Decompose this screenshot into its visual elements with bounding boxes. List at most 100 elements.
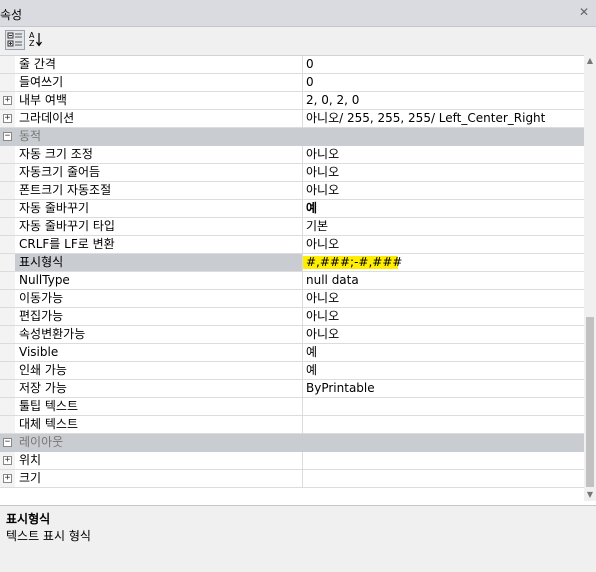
row-margin: + [0,110,15,127]
category-row[interactable]: − 동적 [0,128,584,146]
expand-icon[interactable]: + [3,456,12,465]
property-value[interactable]: 기본 [303,218,584,235]
scroll-up-arrow-icon[interactable]: ▲ [584,55,596,67]
property-name: 표시형식 [15,254,303,271]
property-row[interactable]: + 내부 여백 2, 0, 2, 0 [0,92,584,110]
property-name: 자동 줄바꾸기 타입 [15,218,303,235]
property-row[interactable]: 자동크기 줄어듬 아니오 [0,164,584,182]
collapse-icon[interactable]: − [3,438,12,447]
property-row[interactable]: 자동 줄바꾸기 예 [0,200,584,218]
description-panel: 표시형식 텍스트 표시 형식 [0,505,596,572]
property-value[interactable] [303,470,584,487]
row-margin [0,74,15,91]
property-row[interactable]: 줄 간격 0 [0,56,584,74]
property-value[interactable]: #,###;-#,### [303,254,584,271]
property-name: 그라데이션 [15,110,303,127]
property-row[interactable]: CRLF를 LF로 변환 아니오 [0,236,584,254]
property-row[interactable]: 저장 가능 ByPrintable [0,380,584,398]
property-row[interactable]: 들여쓰기 0 [0,74,584,92]
property-name: 폰트크기 자동조절 [15,182,303,199]
property-value[interactable]: 아니오 [303,308,584,325]
row-margin: + [0,92,15,109]
property-row[interactable]: + 크기 [0,470,584,488]
property-value[interactable]: 예 [303,200,584,217]
property-row[interactable]: 대체 텍스트 [0,416,584,434]
property-name: 편집가능 [15,308,303,325]
row-margin [0,380,15,397]
property-value[interactable]: 아니오 [303,146,584,163]
property-value[interactable]: 예 [303,362,584,379]
property-name: NullType [15,272,303,289]
expand-icon[interactable]: + [3,114,12,123]
row-margin [0,200,15,217]
category-label: 동적 [19,129,42,143]
property-value[interactable]: 0 [303,74,584,91]
row-margin: − [0,434,15,451]
property-value[interactable]: ByPrintable [303,380,584,397]
property-row[interactable]: 툴팁 텍스트 [0,398,584,416]
close-button[interactable]: ✕ [576,4,592,20]
categorized-icon [7,32,22,47]
scroll-down-arrow-icon[interactable]: ▼ [584,489,596,501]
property-name: 줄 간격 [15,56,303,73]
property-row[interactable]: 표시형식 #,###;-#,### [0,254,584,272]
sort-alpha-icon: A Z [29,31,42,48]
property-row[interactable]: 속성변환가능 아니오 [0,326,584,344]
row-margin [0,56,15,73]
property-row[interactable]: + 그라데이션 아니오/ 255, 255, 255/ Left_Center_Ri… [0,110,584,128]
scroll-thumb[interactable] [586,317,594,487]
property-row[interactable]: 편집가능 아니오 [0,308,584,326]
row-margin [0,416,15,433]
property-grid: 줄 간격 0 들여쓰기 0 + 내부 여백 2, 0, 2, 0 + 그라데이션 아니오/ 255… [0,55,596,502]
property-name: 인쇄 가능 [15,362,303,379]
expand-icon[interactable]: + [3,96,12,105]
property-value[interactable]: 아니오 [303,182,584,199]
property-value[interactable]: null data [303,272,584,289]
property-value-highlight[interactable]: #,###;-#,### [303,256,402,269]
property-name: 저장 가능 [15,380,303,397]
property-name: 크기 [15,470,303,487]
property-value[interactable]: 2, 0, 2, 0 [303,92,584,109]
property-name: 대체 텍스트 [15,416,303,433]
alphabetical-view-button[interactable]: A Z [27,30,47,50]
property-name: Visible [15,344,303,361]
property-row[interactable]: 자동 크기 조정 아니오 [0,146,584,164]
property-row[interactable]: NullType null data [0,272,584,290]
property-value[interactable] [303,452,584,469]
property-name: 위치 [15,452,303,469]
property-value[interactable]: 아니오 [303,290,584,307]
row-margin [0,398,15,415]
row-margin [0,308,15,325]
property-row[interactable]: 자동 줄바꾸기 타입 기본 [0,218,584,236]
row-margin [0,362,15,379]
property-name: 자동 줄바꾸기 [15,200,303,217]
row-margin [0,164,15,181]
vertical-scrollbar[interactable]: ▲ ▼ [584,55,596,501]
row-margin [0,218,15,235]
property-row[interactable]: 인쇄 가능 예 [0,362,584,380]
category-row[interactable]: − 레이아웃 [0,434,584,452]
property-value[interactable]: 아니오 [303,236,584,253]
row-margin: + [0,452,15,469]
property-value[interactable]: 예 [303,344,584,361]
property-name: 툴팁 텍스트 [15,398,303,415]
description-text: 텍스트 표시 형식 [6,529,91,543]
property-name: 이동가능 [15,290,303,307]
property-row[interactable]: 폰트크기 자동조절 아니오 [0,182,584,200]
property-name: 들여쓰기 [15,74,303,91]
property-value[interactable] [303,398,584,415]
expand-icon[interactable]: + [3,474,12,483]
property-value[interactable]: 아니오 [303,164,584,181]
window-title: 속성 [0,8,23,22]
title-bar: 속성 ✕ [0,0,596,27]
categorized-view-button[interactable] [5,30,25,50]
property-value[interactable]: 아니오 [303,326,584,343]
property-value[interactable]: 아니오/ 255, 255, 255/ Left_Center_Right [303,110,584,127]
property-row[interactable]: Visible 예 [0,344,584,362]
property-row[interactable]: 이동가능 아니오 [0,290,584,308]
property-value[interactable]: 0 [303,56,584,73]
collapse-icon[interactable]: − [3,132,12,141]
property-row[interactable]: + 위치 [0,452,584,470]
property-value[interactable] [303,416,584,433]
svg-text:Z: Z [29,39,35,48]
